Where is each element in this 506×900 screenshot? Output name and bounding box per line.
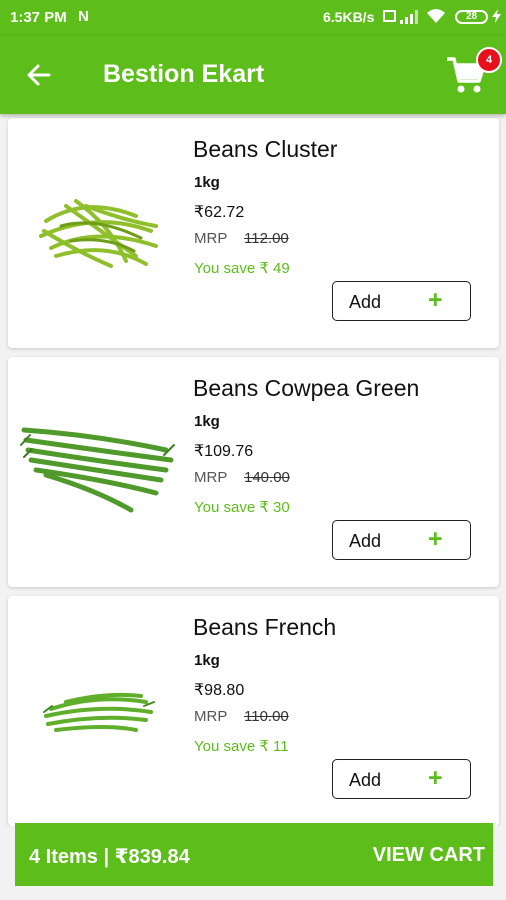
product-mrp: 110.00 — [244, 708, 289, 725]
plus-icon: + — [428, 764, 443, 792]
product-savings: You save ₹ 30 — [194, 499, 290, 516]
status-time: 1:37 PM — [10, 9, 67, 26]
cart-count-badge: 4 — [476, 47, 502, 73]
product-image — [20, 427, 175, 513]
product-savings: You save ₹ 49 — [194, 260, 290, 277]
plus-icon: + — [428, 525, 443, 553]
network-speed: 6.5KB/s — [323, 9, 375, 25]
product-mrp: 140.00 — [244, 469, 290, 486]
add-button[interactable]: Add + — [332, 759, 471, 799]
product-mrp: 112.00 — [244, 230, 289, 247]
signal-icon — [400, 10, 418, 24]
product-card[interactable]: Beans Cluster 1kg ₹62.72 MRP 112.00 You … — [8, 118, 499, 348]
product-quantity: 1kg — [194, 652, 220, 669]
wifi-icon — [427, 9, 445, 23]
view-cart-bar[interactable]: 4 Items | ₹839.84 VIEW CART — [15, 823, 493, 886]
mrp-label: MRP — [194, 469, 228, 486]
sim-icon — [383, 10, 396, 22]
product-price: ₹62.72 — [194, 204, 245, 221]
add-button-label: Add — [349, 770, 382, 790]
view-cart-button[interactable]: VIEW CART — [373, 844, 485, 867]
product-name: Beans French — [193, 614, 337, 640]
mrp-label: MRP — [194, 230, 228, 247]
charging-icon — [492, 9, 501, 23]
product-card[interactable]: Beans Cowpea Green 1kg ₹109.76 MRP 140.0… — [8, 357, 499, 587]
battery-icon: 28 — [455, 10, 488, 24]
add-button[interactable]: Add + — [332, 281, 471, 321]
product-name: Beans Cluster — [193, 136, 338, 162]
product-quantity: 1kg — [194, 413, 220, 430]
product-image — [39, 199, 158, 268]
product-card[interactable]: Beans French 1kg ₹98.80 MRP 110.00 You s… — [8, 596, 499, 826]
app-title: Bestion Ekart — [103, 60, 265, 88]
cart-summary: 4 Items | ₹839.84 — [29, 846, 190, 868]
product-list[interactable]: Beans Cluster 1kg ₹62.72 MRP 112.00 You … — [0, 114, 506, 826]
product-price: ₹109.76 — [194, 443, 254, 460]
plus-icon: + — [428, 286, 443, 314]
notification-icon: N — [78, 8, 89, 25]
mrp-label: MRP — [194, 708, 228, 725]
add-button-label: Add — [349, 292, 382, 312]
status-bar: 1:37 PM N 6.5KB/s 28 — [0, 0, 506, 36]
product-image — [43, 692, 155, 732]
add-button-label: Add — [349, 531, 382, 551]
product-savings: You save ₹ 11 — [194, 738, 289, 755]
product-quantity: 1kg — [194, 174, 220, 191]
product-name: Beans Cowpea Green — [193, 375, 420, 401]
product-price: ₹98.80 — [194, 682, 245, 699]
arrow-left-icon[interactable] — [24, 60, 54, 90]
app-bar: Bestion Ekart 4 — [0, 36, 506, 114]
add-button[interactable]: Add + — [332, 520, 471, 560]
